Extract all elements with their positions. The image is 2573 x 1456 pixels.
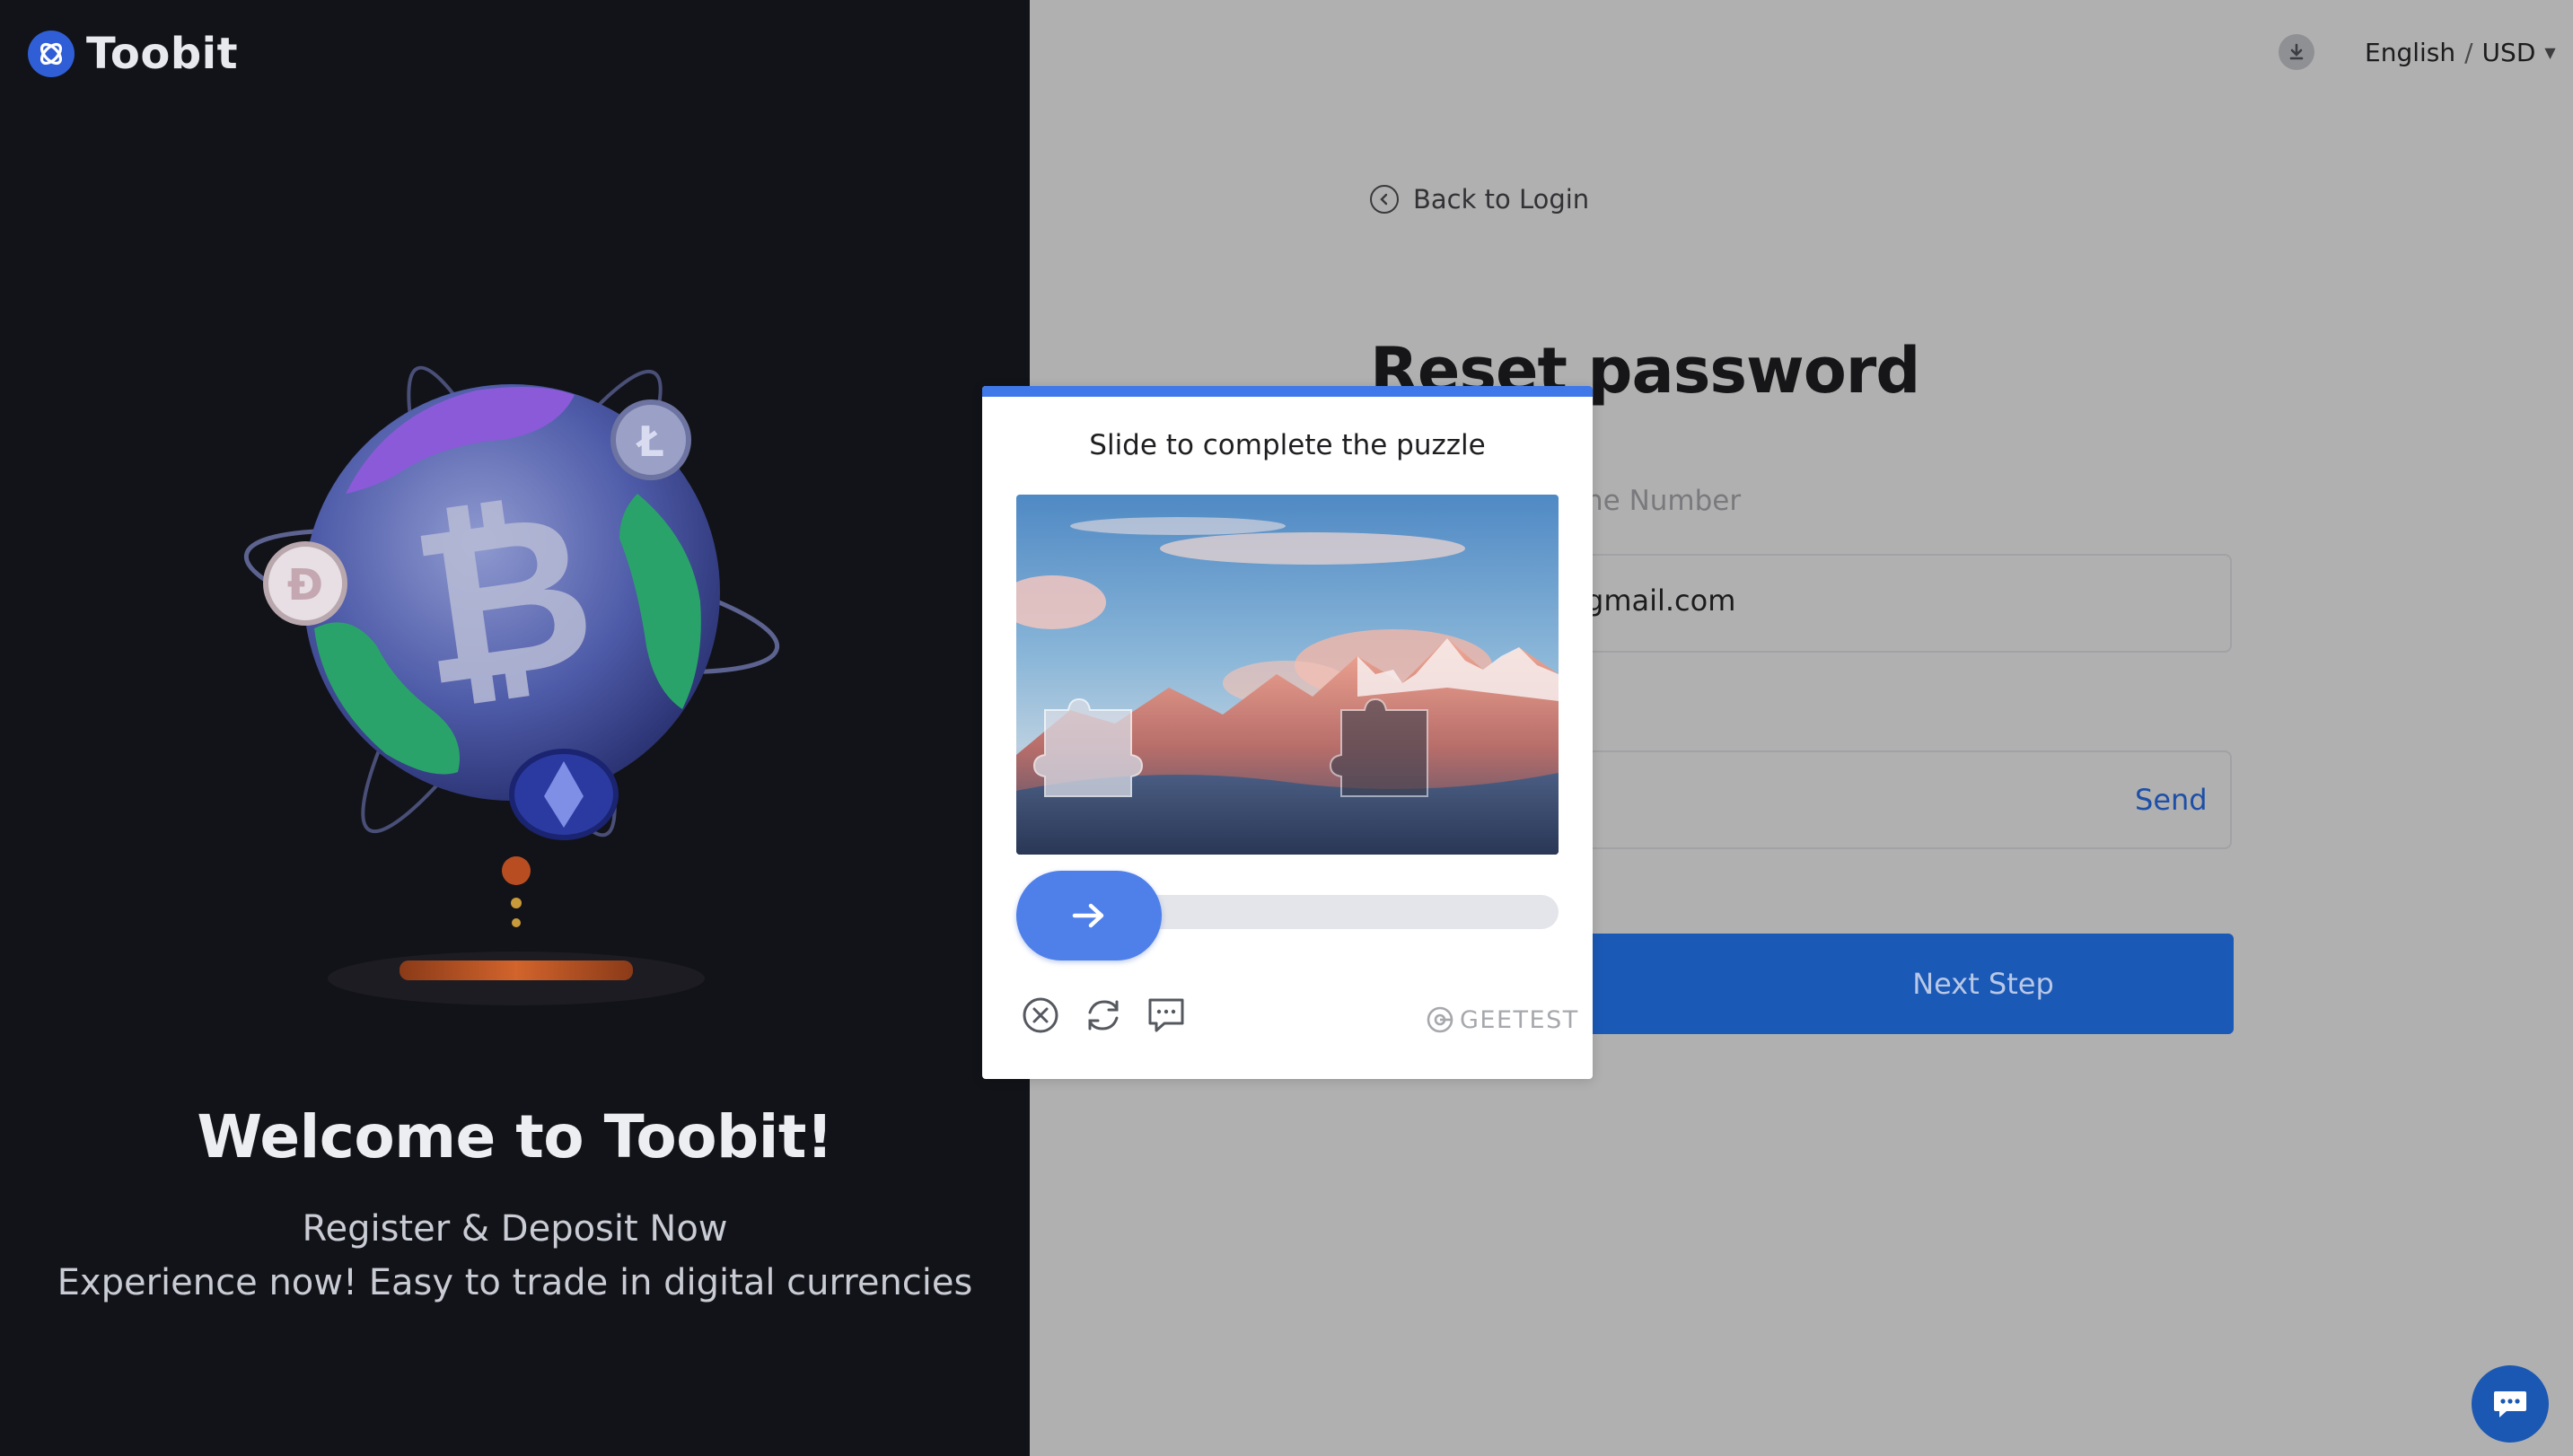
svg-text:Ł: Ł xyxy=(635,417,664,466)
welcome-subtitle-primary: Register & Deposit Now xyxy=(302,1208,728,1250)
geetest-logo[interactable]: GEETEST xyxy=(1426,1005,1579,1034)
language-separator: / xyxy=(2464,37,2473,67)
captcha-refresh-button[interactable] xyxy=(1083,995,1124,1036)
left-promo-panel: Toobit ₿ Ð Ł Welcome to Toobit! Register… xyxy=(0,0,1030,1456)
chevron-down-icon: ▼ xyxy=(2544,43,2556,61)
captcha-toolbar xyxy=(1020,995,1208,1036)
chevron-left-icon xyxy=(1370,185,1399,214)
svg-text:₿: ₿ xyxy=(400,462,609,735)
currency-label: USD xyxy=(2481,37,2536,67)
geetest-label: GEETEST xyxy=(1460,1005,1579,1034)
next-step-label: Next Step xyxy=(1912,967,2054,1001)
captcha-title: Slide to complete the puzzle xyxy=(1089,429,1486,461)
captcha-close-button[interactable] xyxy=(1020,995,1061,1036)
welcome-subtitle-secondary: Experience now! Easy to trade in digital… xyxy=(57,1262,973,1303)
language-currency-selector[interactable]: English / USD ▼ xyxy=(2365,34,2556,70)
back-to-login-link[interactable]: Back to Login xyxy=(1370,184,1589,215)
captcha-top-accent xyxy=(982,386,1593,397)
svg-text:Ð: Ð xyxy=(287,560,323,610)
back-to-login-label: Back to Login xyxy=(1413,184,1590,215)
language-label: English xyxy=(2365,37,2456,67)
download-icon xyxy=(2289,43,2304,60)
captcha-feedback-button[interactable] xyxy=(1146,995,1187,1036)
toobit-logo[interactable]: Toobit xyxy=(27,27,238,81)
arrow-right-icon xyxy=(1072,903,1104,928)
send-code-button[interactable]: Send xyxy=(2135,783,2208,817)
support-chat-button[interactable] xyxy=(2472,1365,2549,1443)
chat-icon xyxy=(2494,1391,2526,1417)
crypto-globe-illustration: ₿ Ð Ł xyxy=(243,365,780,1005)
captcha-slider-handle[interactable] xyxy=(1016,871,1162,960)
geetest-icon xyxy=(1427,1006,1453,1033)
brand-name: Toobit xyxy=(86,29,239,79)
email-field-value: gmail.com xyxy=(1585,583,1736,618)
tab-phone-number[interactable]: ne Number xyxy=(1585,485,1741,517)
captcha-slider-track[interactable] xyxy=(1115,895,1559,929)
captcha-dialog: Slide to complete the puzzle GEETEST xyxy=(982,386,1593,1079)
refresh-icon xyxy=(1088,1000,1119,1031)
captcha-puzzle-image xyxy=(1016,495,1559,855)
feedback-icon xyxy=(1148,998,1184,1032)
toobit-logo-icon xyxy=(28,31,75,77)
close-icon xyxy=(1023,997,1058,1033)
welcome-title: Welcome to Toobit! xyxy=(197,1102,833,1171)
download-app-button[interactable] xyxy=(2279,34,2314,70)
